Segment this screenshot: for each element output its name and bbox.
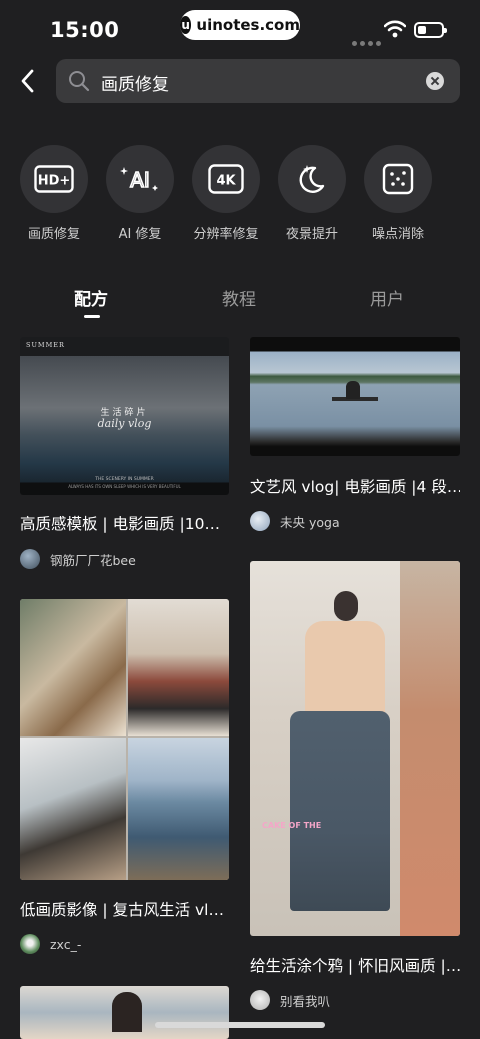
tool-noise-removal[interactable]: 噪点消除 — [356, 145, 440, 242]
svg-text:4K: 4K — [216, 174, 236, 189]
card-thumbnail[interactable] — [20, 986, 229, 1039]
avatar — [250, 511, 270, 531]
svg-text:HD+: HD+ — [38, 174, 71, 189]
thumb-collage-car — [20, 738, 126, 880]
tool-label: AI 修复 — [118, 227, 162, 242]
card-author[interactable]: 钢筋厂厂花bee — [20, 549, 136, 569]
thumb-person — [346, 381, 360, 399]
tab-users[interactable]: 用户 — [370, 285, 404, 310]
tab-tutorials[interactable]: 教程 — [222, 285, 256, 310]
thumb-shirt — [305, 621, 385, 721]
avatar — [250, 990, 270, 1010]
status-time: 15:00 — [50, 18, 120, 42]
card-thumbnail[interactable]: SUMMER 生活碎片 daily vlog THE SCENERY IN SU… — [20, 337, 229, 495]
card-title[interactable]: 高质感模板 | 电影画质 |10… — [20, 512, 230, 534]
4k-icon: 4K — [192, 145, 260, 213]
tool-label: 夜景提升 — [285, 227, 338, 242]
watermark-logo-icon: u — [180, 16, 192, 34]
thumb-sticker-text: CAKE OF THE — [262, 821, 322, 830]
hd-plus-icon: HD+ — [20, 145, 88, 213]
tool-night-boost[interactable]: 夜景提升 — [270, 145, 354, 242]
card-thumbnail[interactable] — [250, 337, 460, 456]
tool-quality-repair[interactable]: HD+ 画质修复 — [12, 145, 96, 242]
tool-resolution-repair[interactable]: 4K 分辨率修复 — [184, 145, 268, 242]
avatar — [20, 549, 40, 569]
search-bar[interactable]: 画质修复 — [56, 59, 460, 103]
tool-label: 画质修复 — [27, 227, 80, 242]
thumb-head — [334, 591, 358, 621]
card-author[interactable]: 未央 yoga — [250, 511, 340, 531]
thumb-jeans — [290, 711, 390, 911]
thumb-collage-portrait — [128, 599, 229, 736]
card-title[interactable]: 低画质影像 | 复古风生活 vl… — [20, 898, 230, 920]
author-name: 别看我叭 — [280, 993, 331, 1009]
thumb-leg — [400, 561, 460, 936]
watermark-badge: u uinotes.com — [180, 10, 300, 40]
card-title[interactable]: 给生活涂个鸦 | 怀旧风画质 |… — [250, 954, 460, 976]
card-thumbnail[interactable]: CAKE OF THE — [250, 561, 460, 936]
tab-recipes[interactable]: 配方 — [74, 285, 108, 310]
thumb-collage-sea — [128, 738, 229, 880]
watermark-text: uinotes.com — [196, 16, 300, 34]
battery-icon — [414, 22, 447, 38]
noise-dots-icon — [364, 145, 432, 213]
svg-text:AI: AI — [130, 168, 150, 192]
card-author[interactable]: 别看我叭 — [250, 990, 330, 1010]
thumb-script-text: daily vlog — [97, 417, 152, 430]
thumb-person — [112, 992, 142, 1032]
signal-dots-icon — [352, 31, 384, 50]
moon-sparkle-icon — [278, 145, 346, 213]
search-input[interactable]: 画质修复 — [101, 70, 169, 95]
tool-label: 分辨率修复 — [193, 227, 259, 242]
author-name: 钢筋厂厂花bee — [50, 552, 136, 568]
card-thumbnail[interactable] — [20, 599, 229, 880]
wifi-icon — [384, 20, 406, 38]
thumb-footer-1: THE SCENERY IN SUMMER — [95, 477, 154, 482]
thumb-collage-food — [20, 599, 126, 736]
clear-icon[interactable] — [426, 72, 444, 90]
card-author[interactable]: zxc_- — [20, 934, 81, 954]
tab-active-indicator — [84, 315, 100, 318]
author-name: 未央 yoga — [280, 514, 340, 530]
tool-label: 噪点消除 — [371, 227, 424, 242]
thumb-footer-2: ALWAYS HAS ITS OWN SLEEP WHICH IS VERY B… — [68, 484, 181, 489]
back-arrow-icon[interactable] — [14, 66, 44, 96]
author-name: zxc_- — [50, 936, 82, 952]
card-title[interactable]: 文艺风 vlog| 电影画质 |4 段… — [250, 475, 460, 497]
home-indicator — [155, 1022, 325, 1028]
avatar — [20, 934, 40, 954]
ai-sparkle-icon: AI — [106, 145, 174, 213]
thumb-summer-text: SUMMER — [26, 341, 65, 349]
tool-ai-repair[interactable]: AI AI 修复 — [98, 145, 182, 242]
search-icon — [69, 71, 90, 92]
